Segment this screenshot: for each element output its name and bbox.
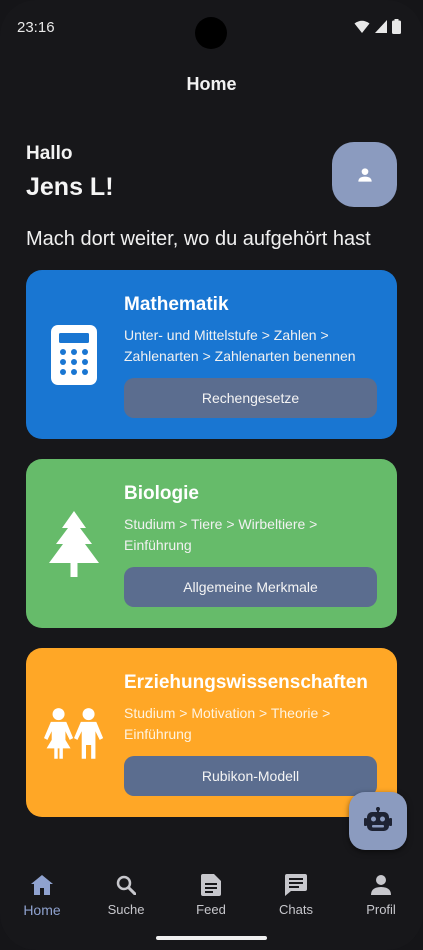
page-title: Home	[186, 74, 237, 94]
nav-label: Feed	[196, 902, 226, 917]
tree-icon	[44, 509, 104, 579]
home-indicator[interactable]	[156, 936, 267, 940]
battery-icon	[392, 19, 401, 34]
status-icons	[354, 19, 401, 34]
card-title: Mathematik	[124, 294, 229, 315]
card-breadcrumb: Studium > Tiere > Wirbeltiere > Einführu…	[124, 516, 318, 553]
person-icon	[357, 167, 372, 182]
status-bar: 23:16	[0, 0, 423, 56]
person-icon	[371, 875, 391, 895]
children-icon	[44, 698, 104, 768]
home-icon	[31, 875, 53, 895]
resume-heading: Mach dort weiter, wo du aufgehört hast	[26, 228, 371, 250]
nav-label: Home	[23, 902, 61, 918]
card-title: Biologie	[124, 483, 199, 504]
continue-lesson-button[interactable]: Rechengesetze	[124, 378, 377, 418]
course-card-mathematik[interactable]: Mathematik Unter- und Mittelstufe > Zahl…	[26, 270, 397, 439]
nav-label: Chats	[279, 902, 313, 917]
nav-item-chats[interactable]: Chats	[261, 872, 331, 917]
calculator-icon	[44, 320, 104, 390]
status-time: 23:16	[17, 19, 55, 36]
nav-label: Profil	[366, 902, 396, 917]
nav-item-profil[interactable]: Profil	[346, 872, 416, 917]
profile-avatar-button[interactable]	[332, 142, 397, 207]
user-name: Jens L!	[26, 173, 114, 201]
course-card-biologie[interactable]: Biologie Studium > Tiere > Wirbeltiere >…	[26, 459, 397, 628]
card-breadcrumb: Unter- und Mittelstufe > Zahlen > Zahlen…	[124, 327, 356, 364]
feed-icon	[201, 874, 221, 896]
nav-item-home[interactable]: Home	[7, 872, 77, 918]
continue-lesson-button[interactable]: Rubikon-Modell	[124, 756, 377, 796]
robot-icon	[364, 807, 392, 831]
wifi-icon	[354, 20, 370, 33]
card-breadcrumb: Studium > Motivation > Theorie > Einführ…	[124, 705, 331, 742]
search-icon	[116, 875, 136, 895]
greeting-hello: Hallo	[26, 143, 73, 164]
nav-label: Suche	[107, 902, 145, 917]
phone-screen: 23:16 Home Hallo Jens L! Mach dort weite…	[0, 0, 423, 950]
front-camera	[195, 17, 227, 49]
course-card-erziehungswissenschaften[interactable]: Erziehungswissenschaften Studium > Motiv…	[26, 648, 397, 817]
card-title: Erziehungswissenschaften	[124, 672, 368, 693]
chatbot-button[interactable]	[349, 792, 407, 850]
nav-item-feed[interactable]: Feed	[176, 872, 246, 917]
continue-lesson-button[interactable]: Allgemeine Merkmale	[124, 567, 377, 607]
signal-icon	[375, 19, 387, 33]
nav-item-suche[interactable]: Suche	[91, 872, 161, 917]
chat-icon	[285, 874, 307, 896]
